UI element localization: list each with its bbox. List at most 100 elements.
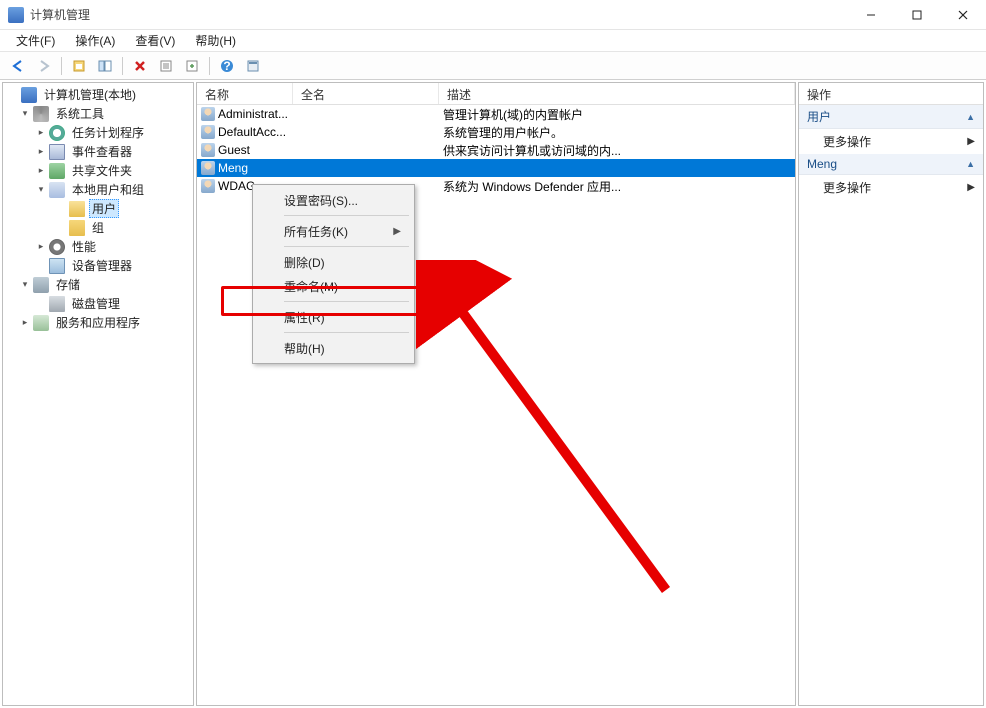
list-row[interactable]: Guest供来宾访问计算机或访问域的内...	[197, 141, 795, 159]
collapse-arrow-icon: ▲	[966, 112, 975, 122]
tree-label: 组	[89, 218, 107, 237]
tree-storage[interactable]: ▾存储	[3, 275, 193, 294]
ctx-properties[interactable]: 属性(R)	[256, 305, 411, 329]
user-icon	[201, 107, 215, 121]
expand-icon[interactable]: ▸	[35, 146, 47, 158]
collapse-icon[interactable]: ▾	[19, 108, 31, 120]
col-description[interactable]: 描述	[439, 83, 795, 104]
toolbar-separator	[209, 57, 210, 75]
tree-performance[interactable]: ▸ 性能	[3, 237, 193, 256]
help-button[interactable]: ?	[215, 55, 239, 77]
tree-label: 本地用户和组	[69, 180, 147, 199]
minimize-button[interactable]	[848, 0, 894, 29]
close-button[interactable]	[940, 0, 986, 29]
tree-task-scheduler[interactable]: ▸任务计划程序	[3, 123, 193, 142]
menu-view[interactable]: 查看(V)	[127, 30, 183, 51]
forward-button[interactable]	[32, 55, 56, 77]
export-button[interactable]	[180, 55, 204, 77]
cell-name: Administrat...	[218, 107, 288, 121]
tree-system-tools[interactable]: ▾系统工具	[3, 104, 193, 123]
title-bar: 计算机管理	[0, 0, 986, 30]
actions-section-users[interactable]: 用户 ▲	[799, 105, 983, 129]
tree-users[interactable]: 用户	[3, 199, 193, 218]
cell-description: 系统为 Windows Defender 应用...	[439, 178, 795, 195]
cell-description: 系统管理的用户帐户。	[439, 124, 795, 141]
action-label: 更多操作	[823, 133, 871, 150]
tree-disk-mgmt[interactable]: 磁盘管理	[3, 294, 193, 313]
collapse-icon[interactable]: ▾	[19, 279, 31, 291]
gauge-icon	[49, 239, 65, 255]
tree-label: 共享文件夹	[69, 161, 135, 180]
tree-services-apps[interactable]: ▸ 服务和应用程序	[3, 313, 193, 332]
tree-label: 磁盘管理	[69, 294, 123, 313]
ctx-label: 删除(D)	[284, 254, 325, 271]
ctx-separator	[284, 332, 409, 333]
menu-action[interactable]: 操作(A)	[67, 30, 123, 51]
actions-section-meng[interactable]: Meng▲	[799, 154, 983, 175]
action-more-users[interactable]: 更多操作▶	[799, 129, 983, 154]
tree-groups[interactable]: 组	[3, 218, 193, 237]
storage-icon	[33, 277, 49, 293]
ctx-label: 帮助(H)	[284, 340, 325, 357]
ctx-help[interactable]: 帮助(H)	[256, 336, 411, 360]
device-icon	[49, 258, 65, 274]
users-icon	[49, 182, 65, 198]
submenu-arrow-icon: ▶	[967, 182, 975, 193]
spacer	[55, 203, 67, 215]
computer-icon	[21, 87, 37, 103]
user-icon	[201, 179, 215, 193]
event-icon	[49, 144, 65, 160]
tree-device-manager[interactable]: 设备管理器	[3, 256, 193, 275]
col-name[interactable]: 名称	[197, 83, 293, 104]
maximize-button[interactable]	[894, 0, 940, 29]
tree-label: 服务和应用程序	[53, 313, 143, 332]
expand-icon[interactable]: ▸	[35, 165, 47, 177]
list-row[interactable]: Meng	[197, 159, 795, 177]
context-menu: 设置密码(S)... 所有任务(K)▶ 删除(D) 重命名(M) 属性(R) 帮…	[252, 184, 415, 364]
tree-shared-folders[interactable]: ▸ 共享文件夹	[3, 161, 193, 180]
properties-button[interactable]	[241, 55, 265, 77]
tree-local-users[interactable]: ▾ 本地用户和组	[3, 180, 193, 199]
tree-event-viewer[interactable]: ▸ 事件查看器	[3, 142, 193, 161]
expand-icon[interactable]: ▸	[35, 241, 47, 253]
collapse-icon[interactable]	[7, 89, 19, 101]
expand-icon[interactable]: ▸	[35, 127, 47, 139]
ctx-separator	[284, 301, 409, 302]
show-hide-tree-button[interactable]	[93, 55, 117, 77]
expand-icon[interactable]: ▸	[19, 317, 31, 329]
cell-name: Meng	[218, 161, 248, 175]
col-fullname[interactable]: 全名	[293, 83, 439, 104]
refresh-button[interactable]	[154, 55, 178, 77]
user-icon	[201, 161, 215, 175]
ctx-label: 设置密码(S)...	[284, 192, 358, 209]
ctx-label: 属性(R)	[284, 309, 325, 326]
ctx-set-password[interactable]: 设置密码(S)...	[256, 188, 411, 212]
section-label: 用户	[807, 108, 831, 125]
section-label: Meng	[807, 157, 837, 171]
tree-label: 性能	[69, 237, 99, 256]
delete-button[interactable]	[128, 55, 152, 77]
list-row[interactable]: DefaultAcc...系统管理的用户帐户。	[197, 123, 795, 141]
folder-icon	[69, 220, 85, 236]
collapse-icon[interactable]: ▾	[35, 184, 47, 196]
back-button[interactable]	[6, 55, 30, 77]
ctx-rename[interactable]: 重命名(M)	[256, 274, 411, 298]
list-pane: 名称 全名 描述 Administrat...管理计算机(域)的内置帐户Defa…	[196, 82, 796, 706]
tools-icon	[33, 106, 49, 122]
ctx-label: 重命名(M)	[284, 278, 338, 295]
menu-file[interactable]: 文件(F)	[8, 30, 63, 51]
ctx-delete[interactable]: 删除(D)	[256, 250, 411, 274]
action-more-meng[interactable]: 更多操作▶	[799, 175, 983, 200]
tree-root[interactable]: 计算机管理(本地)	[3, 85, 193, 104]
share-icon	[49, 163, 65, 179]
tree-label: 计算机管理(本地)	[41, 85, 139, 104]
list-row[interactable]: Administrat...管理计算机(域)的内置帐户	[197, 105, 795, 123]
toolbar-separator	[61, 57, 62, 75]
tree-pane[interactable]: 计算机管理(本地) ▾系统工具 ▸任务计划程序 ▸ 事件查看器 ▸ 共享文件夹 ▾ 本…	[2, 82, 194, 706]
tree-label: 用户	[89, 199, 119, 218]
tree-label: 事件查看器	[69, 142, 135, 161]
actions-title: 操作	[799, 83, 983, 105]
up-button[interactable]	[67, 55, 91, 77]
menu-help[interactable]: 帮助(H)	[187, 30, 244, 51]
ctx-all-tasks[interactable]: 所有任务(K)▶	[256, 219, 411, 243]
